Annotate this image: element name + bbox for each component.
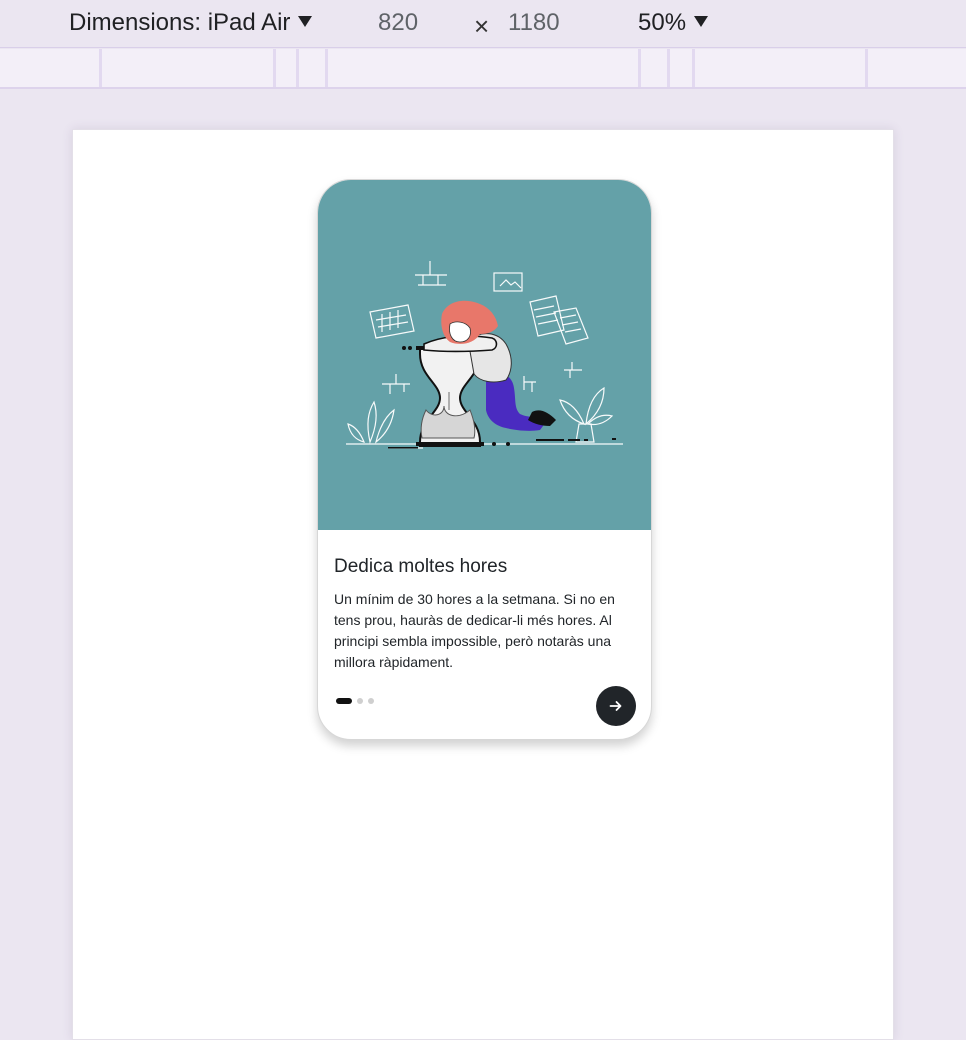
caret-down-icon [298,15,313,27]
media-query-segment[interactable] [99,49,276,87]
pagination-dots [336,698,374,704]
height-input[interactable]: 1180 [508,9,560,37]
pagination-dot[interactable] [357,698,363,704]
card-title: Dedica moltes hores [334,556,508,577]
zoom-selector[interactable]: 50% [638,9,709,37]
caret-down-icon [694,15,709,27]
media-query-segment[interactable] [692,49,868,87]
device-label: Dimensions: iPad Air [69,9,291,36]
devtools-device-toolbar: Dimensions: iPad Air 820 × 1180 50% [0,0,966,48]
hero-illustration [318,180,651,530]
onboarding-card: Dedica moltes hores Un mínim de 30 hores… [317,179,652,740]
media-query-segment[interactable] [638,49,670,87]
media-query-segment[interactable] [296,49,328,87]
card-body: Dedica moltes hores Un mínim de 30 hores… [334,553,634,673]
width-input[interactable]: 820 [378,9,418,37]
pagination-dot-active[interactable] [336,698,352,704]
times-icon: × [474,11,490,41]
zoom-label: 50% [638,9,687,36]
media-query-bar [0,49,966,89]
hourglass-person-icon [318,180,651,530]
device-selector[interactable]: Dimensions: iPad Air [69,9,313,37]
next-button[interactable] [596,686,636,726]
pagination-dot[interactable] [368,698,374,704]
arrow-right-icon [609,701,622,711]
emulated-viewport: Dedica moltes hores Un mínim de 30 hores… [72,129,894,1040]
card-description: Un mínim de 30 hores a la setmana. Si no… [334,591,615,670]
